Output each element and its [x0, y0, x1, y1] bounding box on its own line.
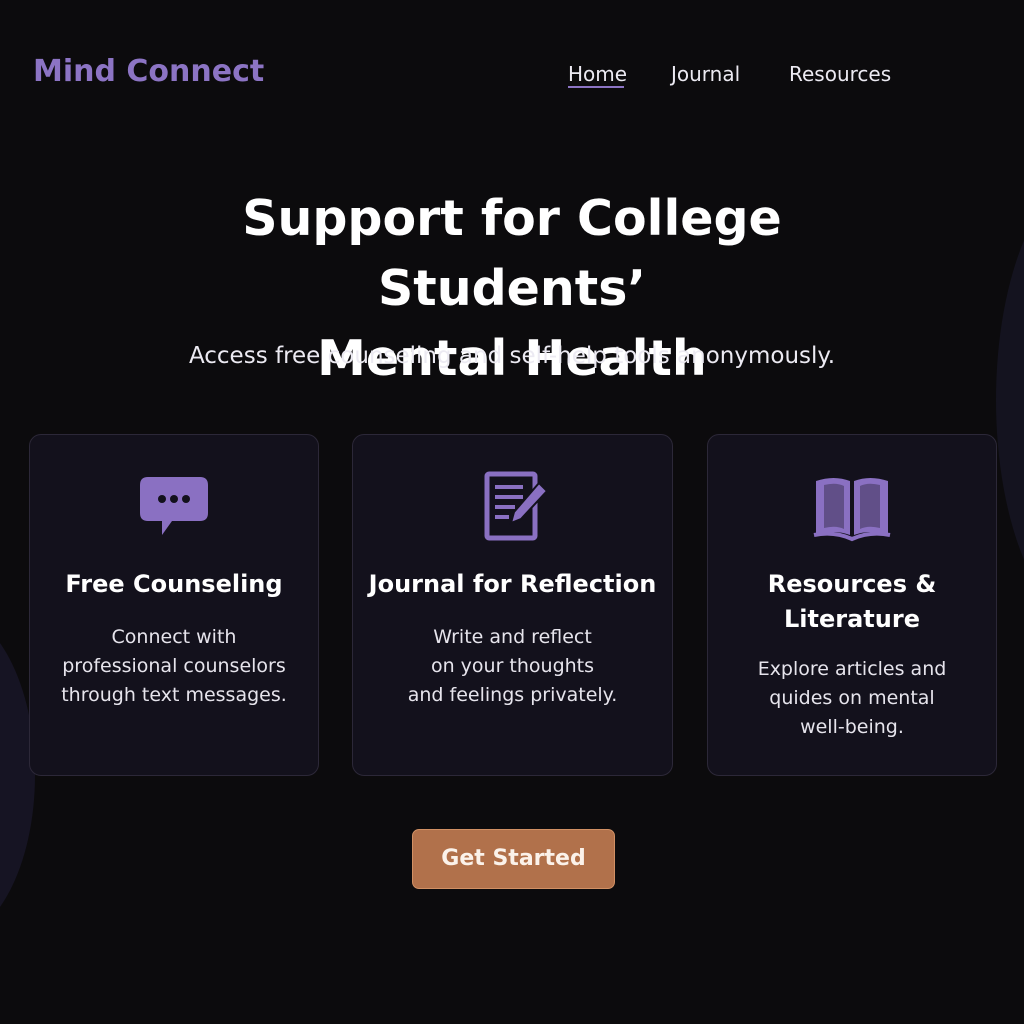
nav-resources-link[interactable]: Resources — [789, 62, 891, 86]
feature-card-journal[interactable]: Journal for Reflection Write and reflect… — [352, 434, 673, 776]
hero-title-line-1: Support for College Students’ — [242, 190, 782, 317]
open-book-icon — [813, 478, 891, 542]
card-description-line: and feelings privately. — [407, 684, 618, 706]
card-description-line: Connect with — [111, 626, 237, 648]
nav-active-underline — [568, 86, 624, 88]
card-description-line: on your thoughts — [430, 655, 595, 677]
nav-home-link[interactable]: Home — [568, 62, 627, 86]
card-title: Free Counseling — [65, 570, 283, 598]
page: Mind Connect Home Journal Resources Supp… — [0, 0, 1024, 1024]
feature-card-counseling[interactable]: Free Counseling Connect with professiona… — [29, 434, 319, 776]
background-blob-right — [996, 170, 1024, 630]
card-description-line: well-being. — [800, 716, 904, 738]
card-description-line: quides on mental — [769, 687, 935, 709]
journal-pencil-icon — [484, 471, 548, 541]
feature-card-resources[interactable]: Resources & Literature Explore articles … — [707, 434, 997, 776]
get-started-button[interactable]: Get Started — [412, 829, 615, 889]
chat-bubble-icon — [140, 477, 208, 535]
nav-journal-link[interactable]: Journal — [671, 62, 740, 86]
card-title: Journal for Reflection — [368, 570, 657, 598]
card-description-line: through text messages. — [61, 684, 287, 706]
card-title: Resources & Literature — [718, 567, 986, 637]
hero-subtitle: Access free counseling and self-help too… — [188, 343, 836, 369]
brand-logo[interactable]: Mind Connect — [33, 54, 264, 89]
card-description-line: professional counselors — [62, 655, 286, 677]
card-title-line: Literature — [784, 605, 920, 633]
card-description: Write and reflect on your thoughts and f… — [369, 623, 656, 710]
card-description-line: Explore articles and — [757, 658, 947, 680]
card-description: Explore articles and quides on mental we… — [724, 655, 980, 742]
card-title-line: Resources & — [767, 570, 937, 598]
card-description-line: Write and reflect — [433, 626, 592, 648]
card-description: Connect with professional counselors thr… — [46, 623, 302, 710]
